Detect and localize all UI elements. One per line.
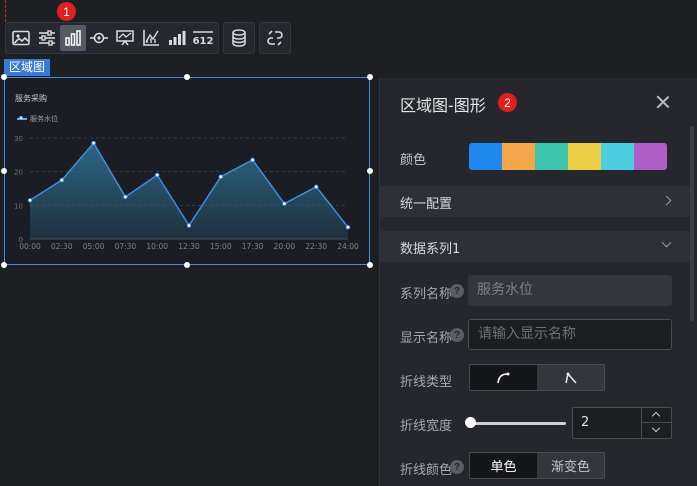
- chevron-down-icon: [661, 237, 672, 248]
- x-tick-label: 20:00: [274, 242, 296, 251]
- property-panel: 区域图-图形 2 颜色 统一配置 数据系列1 系列名称 ? 服务水位 显示名称 …: [379, 78, 697, 486]
- decrement-icon[interactable]: [642, 423, 671, 438]
- line-width-stepper[interactable]: 2: [572, 407, 672, 439]
- line-color-toggle: 单色 渐变色: [469, 452, 605, 479]
- color-label: 颜色: [400, 153, 427, 168]
- x-tick-label: 17:30: [242, 242, 264, 251]
- color-palette[interactable]: [469, 143, 667, 170]
- resize-handle-br[interactable]: [367, 262, 373, 268]
- color-swatch[interactable]: [634, 143, 667, 170]
- display-name-input[interactable]: 请输入显示名称: [468, 319, 672, 350]
- image-icon[interactable]: [8, 25, 34, 51]
- toolbar-group-links: [259, 22, 291, 54]
- data-point: [186, 223, 192, 228]
- x-tick-label: 02:30: [51, 242, 73, 251]
- solid-color-option[interactable]: 单色: [470, 453, 537, 478]
- panel-header: 区域图-图形: [380, 78, 697, 126]
- data-point: [27, 198, 33, 203]
- step-marker-2: 2: [498, 93, 517, 112]
- eye-target-icon[interactable]: [86, 25, 112, 51]
- curve-line-icon: [496, 372, 509, 383]
- number-icon[interactable]: 612: [190, 25, 216, 51]
- data-point: [250, 157, 255, 163]
- panel-title: 区域图-图形: [400, 96, 486, 115]
- y-tick-label: 30: [14, 135, 23, 143]
- y-tick-label: 10: [14, 202, 23, 210]
- smooth-line-option[interactable]: [470, 365, 537, 390]
- component-tag[interactable]: 区域图: [4, 59, 51, 76]
- data-point: [345, 225, 351, 230]
- x-tick-label: 05:00: [83, 242, 105, 251]
- line-type-toggle: [469, 364, 605, 391]
- x-tick-label: 12:30: [178, 242, 200, 251]
- line-type-label: 折线类型: [400, 375, 453, 390]
- component-toolbar: 612: [5, 22, 291, 54]
- resize-handle-bm[interactable]: [184, 262, 190, 268]
- monitor-chart-icon[interactable]: [112, 25, 138, 51]
- panel-scrollbar[interactable]: [690, 126, 694, 321]
- color-swatch[interactable]: [469, 143, 502, 170]
- data-series-label: 数据系列1: [400, 242, 461, 257]
- unified-config-section[interactable]: 统一配置: [380, 186, 692, 217]
- x-tick-label: 10:00: [146, 242, 168, 251]
- data-point: [59, 177, 64, 183]
- resize-handle-tm[interactable]: [184, 74, 190, 80]
- toolbar-group-components: 612: [5, 22, 219, 54]
- data-point: [123, 194, 128, 200]
- line-width-slider[interactable]: [470, 422, 566, 425]
- x-tick-label: 15:00: [210, 242, 232, 251]
- resize-handle-tl[interactable]: [1, 74, 7, 80]
- color-swatch[interactable]: [568, 143, 601, 170]
- resize-handle-tr[interactable]: [367, 74, 373, 80]
- line-color-label: 折线颜色: [400, 463, 453, 478]
- resize-handle-ml[interactable]: [1, 168, 7, 174]
- area-chart-component[interactable]: 服务采购 服务水位 0 10 20 30 00:00 02:30 05:00 07:30 10:…: [4, 77, 370, 265]
- number-icon-text: 612: [193, 36, 214, 47]
- x-tick-label: 24:00: [337, 242, 359, 251]
- x-tick-label: 00:00: [19, 242, 41, 251]
- data-point: [154, 172, 160, 178]
- data-point: [314, 184, 319, 190]
- polyline-option[interactable]: [537, 365, 604, 390]
- data-point: [282, 201, 287, 206]
- line-width-value[interactable]: 2: [581, 415, 589, 430]
- series-name-field: 服务水位: [468, 275, 672, 306]
- series-name-label: 系列名称: [400, 287, 453, 302]
- x-tick-label: 22:30: [305, 242, 327, 251]
- chevron-right-icon: [661, 195, 672, 206]
- alignment-guide: [5, 0, 6, 22]
- y-tick-label: 20: [14, 169, 23, 177]
- axis-chart-icon[interactable]: [138, 25, 164, 51]
- increment-icon[interactable]: [642, 408, 671, 423]
- data-point: [218, 174, 223, 179]
- data-point: [91, 140, 96, 146]
- unified-config-label: 统一配置: [400, 197, 453, 212]
- area-chart-plot: 010203000:00 02:30 05:00 07:30 10:00 12:30 15:…: [14, 135, 359, 251]
- toolbar-group-data: [223, 22, 255, 54]
- link-swap-icon[interactable]: [262, 25, 288, 51]
- resize-handle-mr[interactable]: [367, 168, 373, 174]
- stepper-buttons: [641, 408, 671, 438]
- database-icon[interactable]: [226, 25, 252, 51]
- x-tick-label: 07:30: [115, 242, 137, 251]
- help-icon[interactable]: ?: [450, 328, 464, 342]
- data-series-section[interactable]: 数据系列1: [380, 231, 692, 262]
- color-swatch[interactable]: [502, 143, 535, 170]
- line-width-label: 折线宽度: [400, 419, 453, 434]
- step-marker-1: 1: [57, 2, 76, 21]
- gradient-color-option[interactable]: 渐变色: [537, 453, 604, 478]
- close-icon[interactable]: [656, 95, 670, 109]
- mini-bars-icon[interactable]: [164, 25, 190, 51]
- color-swatch[interactable]: [601, 143, 634, 170]
- polyline-icon: [564, 371, 577, 384]
- bar-chart-icon[interactable]: [60, 25, 86, 51]
- help-icon[interactable]: ?: [450, 284, 464, 298]
- line-width-slider-handle[interactable]: [465, 417, 476, 428]
- help-icon[interactable]: ?: [450, 460, 464, 474]
- display-name-label: 显示名称: [400, 331, 453, 346]
- color-swatch[interactable]: [535, 143, 568, 170]
- resize-handle-bl[interactable]: [1, 262, 7, 268]
- sliders-icon[interactable]: [34, 25, 60, 51]
